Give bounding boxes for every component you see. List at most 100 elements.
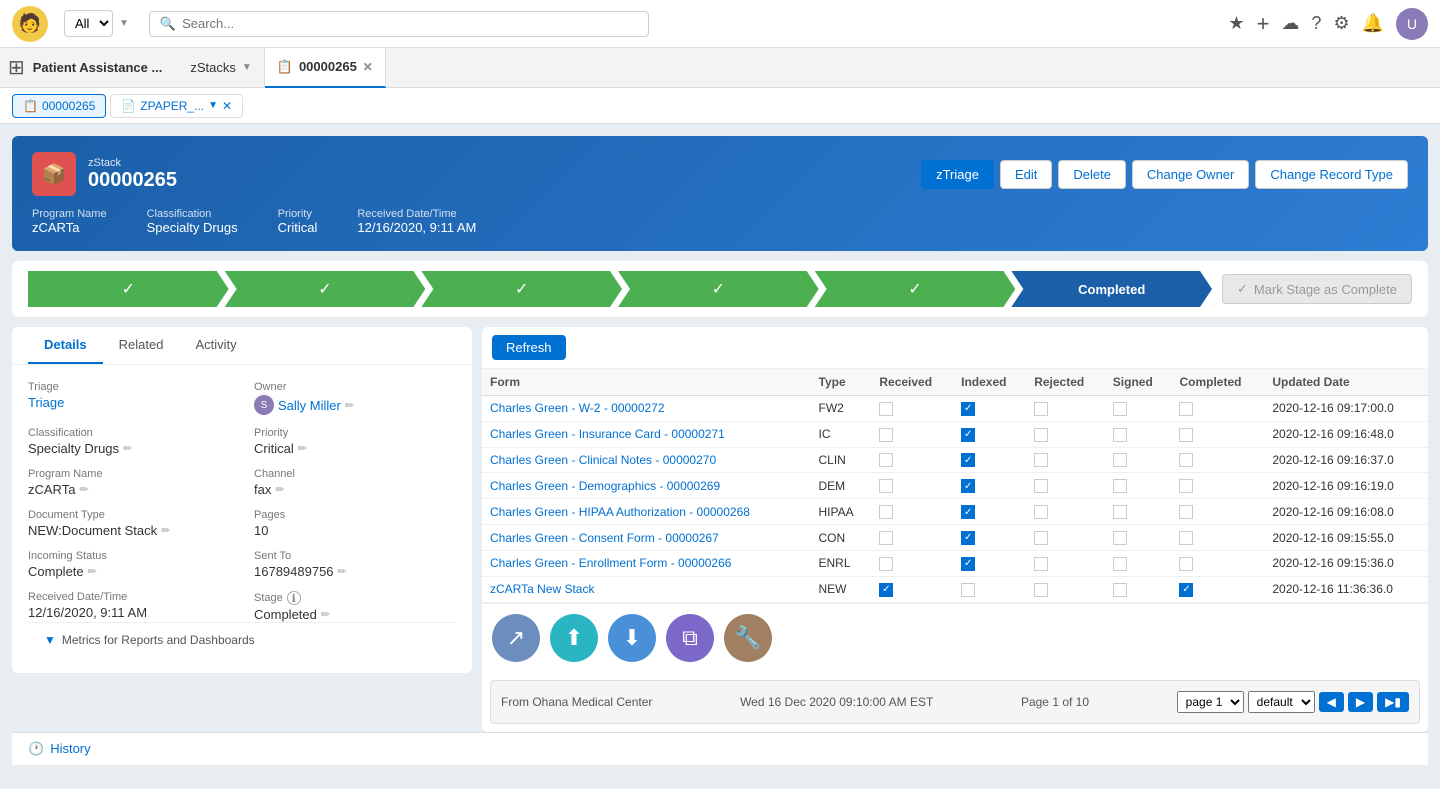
owner-edit-icon[interactable]: ✏ bbox=[345, 399, 354, 412]
priority-value: Critical bbox=[254, 441, 294, 456]
doc-preview: From Ohana Medical Center Wed 16 Dec 202… bbox=[490, 680, 1420, 724]
cell-rejected bbox=[1026, 421, 1105, 447]
mark-complete-label: Mark Stage as Complete bbox=[1254, 282, 1397, 297]
search-icon: 🔍 bbox=[160, 16, 176, 32]
channel-edit-icon[interactable]: ✏ bbox=[275, 483, 284, 496]
bell-icon[interactable]: 🔔 bbox=[1362, 13, 1384, 34]
record-subtab-zpaper-label: ZPAPER_... bbox=[140, 99, 204, 113]
stage-5[interactable]: ✓ bbox=[815, 271, 1016, 307]
cell-form: Charles Green - Insurance Card - 0000027… bbox=[482, 421, 811, 447]
cell-form: Charles Green - W-2 - 00000272 bbox=[482, 396, 811, 422]
change-record-type-button[interactable]: Change Record Type bbox=[1255, 160, 1408, 189]
star-icon[interactable]: ★ bbox=[1228, 13, 1244, 34]
form-link[interactable]: zCARTa New Stack bbox=[490, 582, 594, 596]
table-row: zCARTa New Stack NEW ✓ ✓ 2020-12-16 11:3… bbox=[482, 576, 1428, 602]
cell-received bbox=[871, 447, 953, 473]
cell-rejected bbox=[1026, 525, 1105, 551]
form-link[interactable]: Charles Green - Clinical Notes - 0000027… bbox=[490, 453, 716, 467]
sent-to-value: 16789489756 bbox=[254, 564, 334, 579]
record-tabs: 📋 00000265 📄 ZPAPER_... ▼ ✕ bbox=[0, 88, 1440, 124]
share-icon-btn[interactable]: ↗ bbox=[492, 614, 540, 662]
stage-edit-icon[interactable]: ✏ bbox=[321, 608, 330, 621]
documents-table: Form Type Received Indexed Rejected Sign… bbox=[482, 369, 1428, 603]
record-subtab-zpaper-close[interactable]: ✕ bbox=[222, 99, 232, 113]
field-owner: Owner S Sally Miller ✏ bbox=[254, 381, 456, 415]
cell-type: CON bbox=[811, 525, 872, 551]
incoming-status-edit-icon[interactable]: ✏ bbox=[88, 565, 97, 578]
settings-icon[interactable]: ⚙ bbox=[1333, 13, 1349, 34]
history-bar[interactable]: 🕐 History bbox=[12, 732, 1428, 765]
change-owner-button[interactable]: Change Owner bbox=[1132, 160, 1249, 189]
priority-edit-icon[interactable]: ✏ bbox=[298, 442, 307, 455]
stage-1[interactable]: ✓ bbox=[28, 271, 229, 307]
cloud-icon[interactable]: ☁ bbox=[1281, 13, 1299, 34]
table-row: Charles Green - Enrollment Form - 000002… bbox=[482, 550, 1428, 576]
meta-priority: Priority Critical bbox=[278, 208, 318, 235]
stage-completed[interactable]: Completed bbox=[1011, 271, 1212, 307]
upload-icon-btn[interactable]: ⬆ bbox=[550, 614, 598, 662]
page-select[interactable]: page 1 bbox=[1177, 691, 1244, 713]
owner-link[interactable]: Sally Miller bbox=[278, 398, 341, 413]
tab-related[interactable]: Related bbox=[103, 327, 180, 364]
nav-prev-button[interactable]: ◀ bbox=[1319, 692, 1344, 712]
search-scope-select[interactable]: All bbox=[64, 10, 113, 37]
ztriage-button[interactable]: zTriage bbox=[921, 160, 994, 189]
field-stage: Stage ℹ Completed ✏ bbox=[254, 591, 456, 622]
col-rejected: Rejected bbox=[1026, 369, 1105, 396]
document-type-edit-icon[interactable]: ✏ bbox=[161, 524, 170, 537]
record-subtab-zpaper[interactable]: 📄 ZPAPER_... ▼ ✕ bbox=[110, 94, 243, 118]
record-subtab-zpaper-dropdown[interactable]: ▼ bbox=[208, 100, 218, 111]
stage-2[interactable]: ✓ bbox=[225, 271, 426, 307]
table-row: Charles Green - Insurance Card - 0000027… bbox=[482, 421, 1428, 447]
record-title-block: zStack 00000265 bbox=[88, 157, 177, 192]
form-link[interactable]: Charles Green - Consent Form - 00000267 bbox=[490, 531, 719, 545]
delete-button[interactable]: Delete bbox=[1058, 160, 1126, 189]
copy-icon-btn[interactable]: ⧉ bbox=[666, 614, 714, 662]
form-link[interactable]: Charles Green - Enrollment Form - 000002… bbox=[490, 556, 731, 570]
record-subtitle: zStack bbox=[88, 157, 177, 169]
tab-record-close[interactable]: ✕ bbox=[363, 60, 373, 74]
sent-to-edit-icon[interactable]: ✏ bbox=[338, 565, 347, 578]
stage-info-icon[interactable]: ℹ bbox=[287, 591, 301, 605]
view-select[interactable]: default bbox=[1248, 691, 1315, 713]
form-link[interactable]: Charles Green - HIPAA Authorization - 00… bbox=[490, 505, 750, 519]
cell-signed bbox=[1105, 576, 1172, 602]
card-tabs: Details Related Activity bbox=[12, 327, 472, 365]
refresh-button[interactable]: Refresh bbox=[492, 335, 566, 360]
cell-received bbox=[871, 473, 953, 499]
metrics-section[interactable]: ▼ Metrics for Reports and Dashboards bbox=[28, 622, 456, 657]
program-name-edit-icon[interactable]: ✏ bbox=[79, 483, 88, 496]
help-icon[interactable]: ? bbox=[1311, 13, 1321, 34]
cell-indexed: ✓ bbox=[953, 421, 1026, 447]
received-date-value: 12/16/2020, 9:11 AM bbox=[28, 605, 147, 620]
app-menu-icon[interactable]: ⊞ bbox=[8, 55, 25, 80]
avatar[interactable]: U bbox=[1396, 8, 1428, 40]
edit-button[interactable]: Edit bbox=[1000, 160, 1052, 189]
record-subtab-main[interactable]: 📋 00000265 bbox=[12, 94, 106, 118]
classification-edit-icon[interactable]: ✏ bbox=[123, 442, 132, 455]
cell-indexed bbox=[953, 576, 1026, 602]
cell-updated: 2020-12-16 09:15:55.0 bbox=[1264, 525, 1428, 551]
tools-icon-btn[interactable]: 🔧 bbox=[724, 614, 772, 662]
app-logo: 🧑 bbox=[12, 6, 48, 42]
form-link[interactable]: Charles Green - Demographics - 00000269 bbox=[490, 479, 720, 493]
record-header-top: 📦 zStack 00000265 zTriage Edit Delete Ch… bbox=[32, 152, 1408, 196]
triage-link[interactable]: Triage bbox=[28, 395, 64, 410]
nav-next-button[interactable]: ▶ bbox=[1348, 692, 1373, 712]
download-icon-btn[interactable]: ⬇ bbox=[608, 614, 656, 662]
add-icon[interactable]: + bbox=[1257, 11, 1270, 37]
form-link[interactable]: Charles Green - W-2 - 00000272 bbox=[490, 401, 665, 415]
tab-record[interactable]: 📋 00000265 ✕ bbox=[265, 48, 386, 88]
stage-4[interactable]: ✓ bbox=[618, 271, 819, 307]
search-input[interactable] bbox=[182, 16, 638, 31]
form-link[interactable]: Charles Green - Insurance Card - 0000027… bbox=[490, 427, 725, 441]
cell-received bbox=[871, 396, 953, 422]
stage-3[interactable]: ✓ bbox=[421, 271, 622, 307]
mark-complete-button[interactable]: ✓ Mark Stage as Complete bbox=[1222, 274, 1412, 304]
cell-completed bbox=[1171, 396, 1264, 422]
tab-details[interactable]: Details bbox=[28, 327, 103, 364]
tab-zstacks[interactable]: zStacks ▼ bbox=[178, 48, 264, 88]
dropdown-arrow-icon: ▼ bbox=[119, 18, 129, 29]
nav-action-button[interactable]: ▶▮ bbox=[1377, 692, 1409, 712]
tab-activity[interactable]: Activity bbox=[179, 327, 252, 364]
